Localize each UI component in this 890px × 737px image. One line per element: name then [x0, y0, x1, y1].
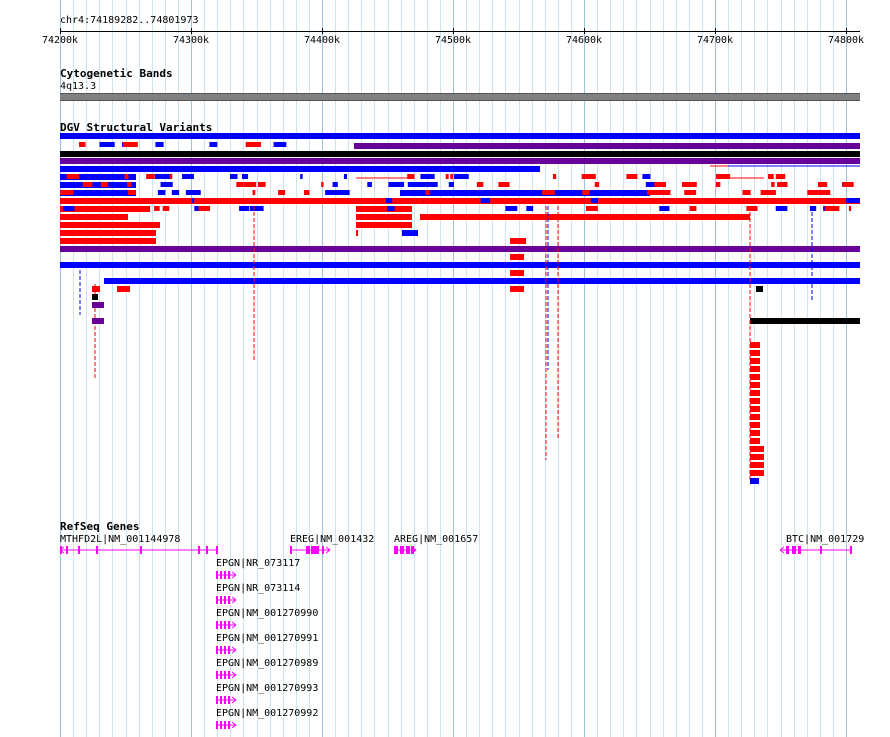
refseq-gene-glyphs[interactable] — [0, 0, 890, 737]
gene-label[interactable]: EPGN|NR_073117 — [216, 558, 300, 569]
gene-label[interactable]: EPGN|NM_001270990 — [216, 608, 318, 619]
gene-label[interactable]: EREG|NM_001432 — [290, 534, 374, 545]
gene-exon[interactable] — [228, 596, 230, 604]
gene-exon[interactable] — [220, 646, 222, 654]
gene-exon[interactable] — [216, 696, 218, 704]
gene-exon[interactable] — [220, 596, 222, 604]
gene-exon[interactable] — [220, 696, 222, 704]
gene-exon[interactable] — [798, 546, 801, 554]
gene-exon[interactable] — [228, 671, 230, 679]
gene-exon[interactable] — [792, 546, 796, 554]
gene-exon[interactable] — [224, 646, 226, 654]
gene-exon[interactable] — [216, 646, 218, 654]
gene-exon[interactable] — [850, 546, 852, 554]
gene-label[interactable]: EPGN|NM_001270989 — [216, 658, 318, 669]
gene-exon[interactable] — [216, 546, 218, 554]
genome-browser-view: chr4:74189282..74801973 74200k 74300k 7440… — [0, 0, 890, 737]
gene-label[interactable]: AREG|NM_001657 — [394, 534, 478, 545]
gene-exon[interactable] — [322, 546, 324, 554]
gene-exon[interactable] — [306, 546, 310, 554]
gene-exon[interactable] — [140, 546, 142, 554]
gene-exon[interactable] — [786, 546, 789, 554]
gene-label[interactable]: MTHFD2L|NM_001144978 — [60, 534, 180, 545]
gene-exon[interactable] — [406, 546, 410, 554]
gene-exon[interactable] — [311, 546, 319, 554]
gene-exon[interactable] — [224, 696, 226, 704]
gene-label[interactable]: EPGN|NM_001270991 — [216, 633, 318, 644]
gene-exon[interactable] — [220, 571, 222, 579]
gene-label[interactable]: BTC|NM_001729 — [786, 534, 864, 545]
gene-exon[interactable] — [400, 546, 404, 554]
gene-exon[interactable] — [228, 646, 230, 654]
gene-exon[interactable] — [220, 621, 222, 629]
gene-exon[interactable] — [224, 596, 226, 604]
gene-exon[interactable] — [216, 671, 218, 679]
gene-exon[interactable] — [224, 721, 226, 729]
gene-exon[interactable] — [290, 546, 292, 554]
gene-label[interactable]: EPGN|NM_001270993 — [216, 683, 318, 694]
gene-exon[interactable] — [66, 546, 68, 554]
gene-exon[interactable] — [228, 621, 230, 629]
gene-label[interactable]: EPGN|NM_001270992 — [216, 708, 318, 719]
gene-exon[interactable] — [394, 546, 398, 554]
gene-exon[interactable] — [96, 546, 98, 554]
gene-exon[interactable] — [224, 571, 226, 579]
gene-exon[interactable] — [216, 621, 218, 629]
gene-exon[interactable] — [206, 546, 208, 554]
gene-exon[interactable] — [216, 571, 218, 579]
gene-exon[interactable] — [228, 721, 230, 729]
gene-exon[interactable] — [198, 546, 200, 554]
gene-exon[interactable] — [216, 596, 218, 604]
gene-exon[interactable] — [220, 721, 222, 729]
gene-exon[interactable] — [224, 621, 226, 629]
gene-exon[interactable] — [78, 546, 80, 554]
gene-exon[interactable] — [224, 671, 226, 679]
gene-label[interactable]: EPGN|NR_073114 — [216, 583, 300, 594]
gene-exon[interactable] — [228, 571, 230, 579]
gene-exon[interactable] — [216, 721, 218, 729]
gene-exon[interactable] — [220, 671, 222, 679]
gene-exon[interactable] — [228, 696, 230, 704]
gene-exon[interactable] — [820, 546, 822, 554]
